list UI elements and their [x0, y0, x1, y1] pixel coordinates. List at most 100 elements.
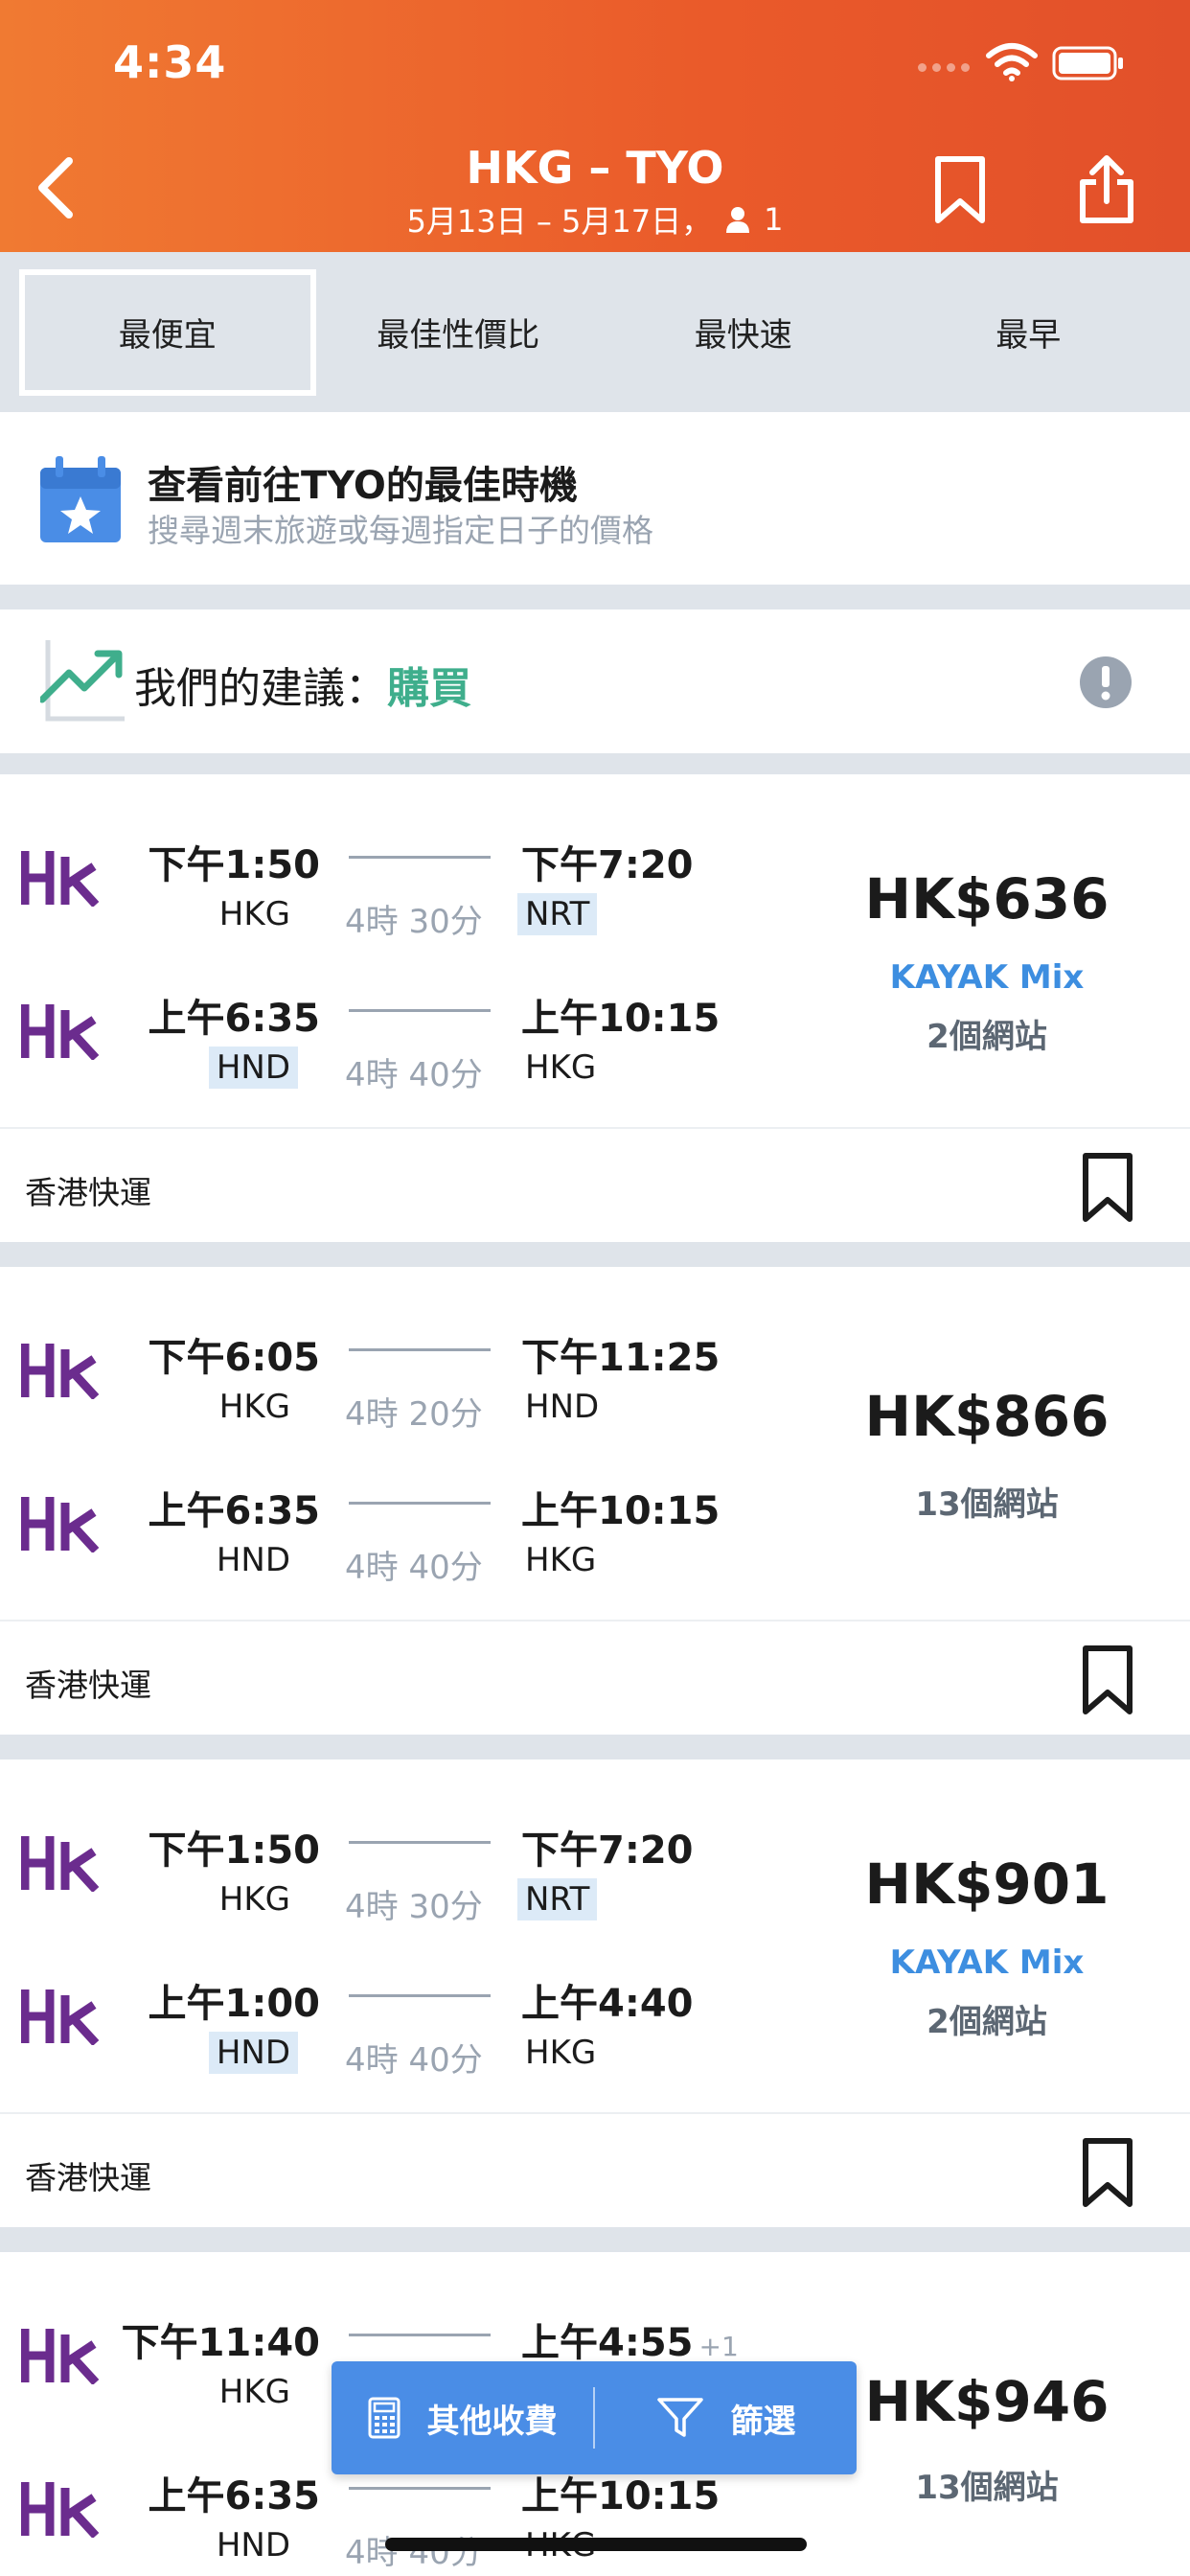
- advice-label: 我們的建議：: [134, 664, 387, 713]
- outbound-leg: 下午6:05 下午11:25 HKG 4時 20分 HND: [0, 1267, 843, 1434]
- card-divider: [0, 2112, 1190, 2114]
- fees-label: 其他收費: [426, 2402, 558, 2441]
- price: HK$636: [864, 866, 1110, 932]
- flight-result-card[interactable]: 下午6:05 下午11:25 HKG 4時 20分 HND 上午6:35 上午1…: [0, 1267, 1190, 1735]
- provider-count: 2個網站: [927, 1018, 1047, 1056]
- filter-icon: [656, 2398, 703, 2437]
- airline-name: 香港快運: [25, 2159, 151, 2196]
- airline-logo-icon: [21, 1344, 100, 1399]
- card-divider: [0, 1620, 1190, 1622]
- tab-cheapest[interactable]: 最便宜: [19, 268, 316, 396]
- airline-logo-icon: [21, 2329, 100, 2384]
- return-leg: 上午1:00 上午4:40 HND 4時 40分 HKG: [0, 1913, 843, 2080]
- departure-time: 下午6:05: [148, 1336, 321, 1380]
- departure-airport: HND: [216, 1541, 290, 1579]
- bookmark-icon[interactable]: [1081, 1152, 1134, 1223]
- departure-time: 上午6:35: [148, 997, 321, 1041]
- person-icon: [726, 207, 750, 233]
- promo-subtitle: 搜尋週末旅遊或每週指定日子的價格: [148, 512, 653, 549]
- arrival-airport: HKG: [525, 1048, 597, 1087]
- departure-time: 上午6:35: [148, 1489, 321, 1533]
- share-icon[interactable]: [1077, 153, 1136, 226]
- promo-title: 查看前往TYO的最佳時機: [148, 464, 578, 508]
- tab-earliest[interactable]: 最早: [886, 269, 1172, 396]
- flight-result-card[interactable]: 下午1:50 下午7:20 HKG 4時 30分 NRT 上午6:35 上午10…: [0, 774, 1190, 1242]
- airline-logo-icon: [21, 1990, 100, 2045]
- departure-time: 上午1:00: [148, 1982, 321, 2026]
- provider-count: 13個網站: [915, 1485, 1059, 1524]
- departure-airport: HND: [216, 2526, 290, 2564]
- flight-line: [349, 1348, 491, 1351]
- section-separator: [0, 2227, 1190, 2252]
- fees-button[interactable]: 其他收費: [332, 2361, 593, 2474]
- departure-airport: HND: [208, 2032, 298, 2074]
- section-separator: [0, 1735, 1190, 1760]
- outbound-leg: 下午1:50 下午7:20 HKG 4時 30分 NRT: [0, 1760, 843, 1926]
- sort-tabs: 最便宜 最佳性價比 最快速 最早: [0, 252, 1190, 412]
- airline-name: 香港快運: [25, 1174, 151, 1211]
- flight-line: [349, 2334, 491, 2336]
- travel-dates: 5月13日 – 5月17日，: [406, 203, 713, 240]
- arrival-time: 上午4:40: [521, 1982, 694, 2026]
- info-icon[interactable]: [1079, 656, 1133, 709]
- section-separator: [0, 753, 1190, 774]
- arrival-time: 上午10:15: [521, 997, 721, 1041]
- arrival-time: 上午4:55 +1: [521, 2312, 739, 2367]
- price: HK$866: [864, 1384, 1110, 1449]
- airline-logo-icon: [21, 2482, 100, 2538]
- arrival-time: 下午11:25: [521, 1336, 721, 1380]
- bookmark-icon[interactable]: [1081, 1644, 1134, 1715]
- flight-line: [349, 2487, 491, 2490]
- route-title: HKG – TYO: [466, 142, 724, 194]
- departure-time: 下午1:50: [148, 1828, 321, 1873]
- tab-best-value[interactable]: 最佳性價比: [316, 269, 602, 396]
- floating-action-bar: 其他收費 篩選: [332, 2361, 857, 2474]
- tab-fastest[interactable]: 最快速: [601, 269, 886, 396]
- flight-duration: 4時 40分: [345, 2041, 483, 2080]
- bookmark-icon[interactable]: [933, 155, 987, 224]
- arrival-time: 下午7:20: [521, 843, 694, 887]
- trend-up-icon: [40, 640, 125, 722]
- section-separator: [0, 1242, 1190, 1267]
- price: HK$946: [864, 2369, 1110, 2434]
- calculator-icon: [368, 2397, 400, 2439]
- home-indicator[interactable]: [385, 2538, 807, 2551]
- filter-label: 篩選: [730, 2402, 796, 2441]
- wifi-icon: [986, 43, 1038, 81]
- battery-icon: [1052, 46, 1123, 80]
- departure-time: 上午6:35: [148, 2474, 321, 2518]
- section-separator: [0, 585, 1190, 610]
- flight-line: [349, 1009, 491, 1012]
- bookmark-icon[interactable]: [1081, 2137, 1134, 2208]
- airline-logo-icon: [21, 1836, 100, 1892]
- price: HK$901: [864, 1852, 1110, 1917]
- airline-logo-icon: [21, 1004, 100, 1060]
- airline-name: 香港快運: [25, 1667, 151, 1704]
- provider-count: 2個網站: [927, 2003, 1047, 2041]
- return-leg: 上午6:35 上午10:15 HND 4時 40分 HKG: [0, 1420, 843, 1587]
- flight-line: [349, 1841, 491, 1844]
- flight-line: [349, 1502, 491, 1505]
- status-time: 4:34: [113, 36, 227, 88]
- return-leg: 上午6:35 上午10:15 HND 4時 40分 HKG: [0, 928, 843, 1094]
- arrival-time: 上午10:15: [521, 1489, 721, 1533]
- calendar-star-icon: [40, 456, 121, 542]
- flight-result-card[interactable]: 下午1:50 下午7:20 HKG 4時 30分 NRT 上午1:00 上午4:…: [0, 1760, 1190, 2227]
- advice-verdict: 購買: [387, 664, 471, 713]
- arrival-time: 下午7:20: [521, 1828, 694, 1873]
- next-day-indicator: +1: [698, 2331, 739, 2362]
- flight-line: [349, 856, 491, 859]
- kayak-mix-label: KAYAK Mix: [889, 1944, 1085, 1982]
- signal-icon: [918, 63, 970, 72]
- route-subtitle: 5月13日 – 5月17日， 1: [0, 197, 1190, 242]
- advice-text: 我們的建議：購買: [134, 654, 471, 715]
- flight-line: [349, 1994, 491, 1997]
- provider-count: 13個網站: [915, 2469, 1059, 2507]
- departure-airport: HND: [208, 1046, 298, 1089]
- departure-time: 下午11:40: [121, 2321, 320, 2365]
- flight-duration: 4時 40分: [345, 1549, 483, 1587]
- outbound-leg: 下午1:50 下午7:20 HKG 4時 30分 NRT: [0, 774, 843, 941]
- arrival-airport: HKG: [525, 1541, 597, 1579]
- arrival-time-text: 上午4:55: [521, 2321, 694, 2365]
- filter-button[interactable]: 篩選: [595, 2361, 857, 2474]
